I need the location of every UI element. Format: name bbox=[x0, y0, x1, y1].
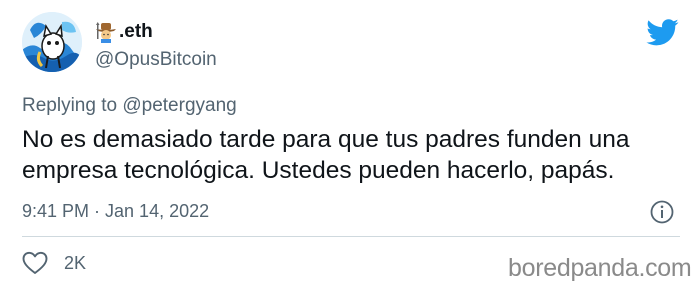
like-count: 2K bbox=[64, 253, 87, 273]
cowboy-emoji-icon bbox=[95, 21, 117, 43]
replying-to: Replying to @petergyang bbox=[22, 95, 237, 117]
avatar-image bbox=[22, 12, 82, 72]
display-name-row[interactable]: .eth bbox=[95, 20, 217, 44]
watermark: boredpanda.com bbox=[508, 254, 692, 282]
user-handle[interactable]: @OpusBitcoin bbox=[95, 48, 217, 72]
avatar[interactable] bbox=[22, 12, 82, 72]
user-info[interactable]: .eth @OpusBitcoin bbox=[95, 20, 217, 72]
twitter-bird-icon[interactable] bbox=[645, 18, 679, 48]
like-action[interactable]: 2K bbox=[22, 250, 86, 276]
tweet-card: .eth @OpusBitcoin Replying to @petergyan… bbox=[0, 0, 700, 288]
tweet-timestamp[interactable]: 9:41 PM · Jan 14, 2022 bbox=[22, 200, 209, 222]
heart-icon[interactable] bbox=[22, 251, 48, 275]
divider bbox=[22, 236, 680, 237]
display-name[interactable]: .eth bbox=[119, 20, 153, 44]
info-icon[interactable] bbox=[649, 199, 675, 225]
replying-to-mention[interactable]: @petergyang bbox=[122, 95, 236, 116]
tweet-text: No es demasiado tarde para que tus padre… bbox=[22, 126, 630, 184]
replying-prefix: Replying to bbox=[22, 95, 118, 116]
